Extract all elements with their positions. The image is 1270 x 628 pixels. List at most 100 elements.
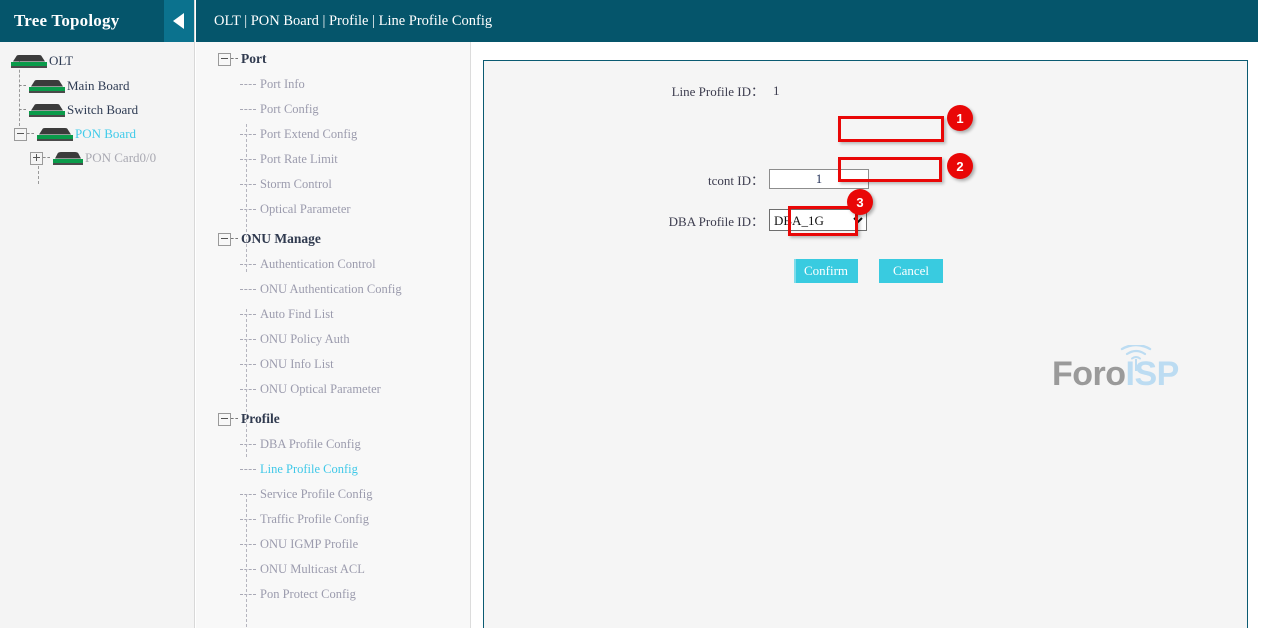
nav-branch-dash [240,84,256,86]
nav-branch-dash [240,209,256,211]
nav-item-port-info[interactable]: Port Info [196,72,470,97]
tree-branch-dash [43,157,50,159]
tree-topology-panel: Tree Topology OLT Main Board [0,0,195,628]
breadcrumb: OLT | PON Board | Profile | Line Profile… [196,13,492,30]
tree-collapse-toggle-icon[interactable] [14,128,27,141]
nav-item-service-profile-config[interactable]: Service Profile Config [196,482,470,507]
tree-node-label: PON Card0/0 [85,146,156,170]
nav-item-label: Port Extend Config [260,127,357,142]
tree-branch-dash [19,85,26,87]
tree-node-pon-card[interactable]: PON Card0/0 [0,146,194,170]
annotation-badge-1: 1 [947,105,973,131]
nav-item-label: ONU Info List [260,357,334,372]
tcont-id-input[interactable] [769,169,869,189]
device-board-icon [29,104,65,117]
tree-node-label: Switch Board [67,98,138,122]
nav-item-onu-multicast-acl[interactable]: ONU Multicast ACL [196,557,470,582]
nav-item-label: Port Info [260,77,305,92]
tree-branch-dash [19,109,26,111]
line-profile-id-value: 1 [769,83,780,99]
page-topbar: OLT | PON Board | Profile | Line Profile… [196,0,1258,42]
sidebar-collapse-button[interactable] [164,0,194,42]
triangle-left-icon [173,13,184,29]
nav-item-traffic-profile-config[interactable]: Traffic Profile Config [196,507,470,532]
nav-item-label: Pon Protect Config [260,587,356,602]
nav-item-line-profile-config[interactable]: Line Profile Config [196,457,470,482]
nav-item-authentication-control[interactable]: Authentication Control [196,252,470,277]
form-actions-row: Confirm Cancel [794,259,943,283]
device-board-icon [29,80,65,93]
nav-item-onu-optical-parameter[interactable]: ONU Optical Parameter [196,377,470,402]
nav-branch-dash [240,109,256,111]
nav-connector-line [246,494,247,628]
nav-branch-dash [231,58,238,60]
nav-connector-line [246,309,247,457]
nav-branch-dash [240,184,256,186]
nav-item-pon-protect-config[interactable]: Pon Protect Config [196,582,470,607]
tree-topology-body: OLT Main Board Switch Board PON Board [0,42,194,626]
device-card-icon [53,152,83,165]
nav-item-port-rate-limit[interactable]: Port Rate Limit [196,147,470,172]
nav-item-storm-control[interactable]: Storm Control [196,172,470,197]
tree-node-olt[interactable]: OLT [0,48,194,74]
device-board-icon [37,128,73,141]
antenna-tower-icon [1114,345,1158,371]
nav-branch-dash [240,264,256,266]
nav-item-label: Optical Parameter [260,202,351,217]
nav-item-auto-find-list[interactable]: Auto Find List [196,302,470,327]
nav-group-onu-manage[interactable]: ONU Manage [196,226,470,252]
nav-item-label: Port Rate Limit [260,152,338,167]
tree-topology-title: Tree Topology [0,11,119,31]
nav-collapse-toggle-icon[interactable] [218,53,231,66]
nav-item-dba-profile-config[interactable]: DBA Profile Config [196,432,470,457]
nav-item-port-extend-config[interactable]: Port Extend Config [196,122,470,147]
nav-group-profile[interactable]: Profile [196,406,470,432]
nav-item-optical-parameter[interactable]: Optical Parameter [196,197,470,222]
nav-item-onu-igmp-profile[interactable]: ONU IGMP Profile [196,532,470,557]
nav-branch-dash [240,134,256,136]
nav-collapse-toggle-icon[interactable] [218,413,231,426]
nav-branch-dash [240,159,256,161]
line-profile-config-form-panel: Line Profile ID： 1 tcont ID： DBA Profile… [483,60,1248,628]
device-olt-icon [11,55,47,68]
confirm-button[interactable]: Confirm [794,259,858,283]
tree-node-switch-board[interactable]: Switch Board [0,98,194,122]
nav-collapse-toggle-icon[interactable] [218,233,231,246]
nav-item-onu-policy-auth[interactable]: ONU Policy Auth [196,327,470,352]
nav-item-label: DBA Profile Config [260,437,361,452]
cancel-button[interactable]: Cancel [879,259,943,283]
tree-node-main-board[interactable]: Main Board [0,74,194,98]
nav-branch-dash [231,418,238,420]
nav-branch-dash [240,444,256,446]
nav-branch-dash [240,314,256,316]
nav-item-onu-info-list[interactable]: ONU Info List [196,352,470,377]
nav-item-label: ONU IGMP Profile [260,537,358,552]
nav-item-label: ONU Policy Auth [260,332,350,347]
tree-branch-dash [27,133,34,135]
nav-branch-dash [240,389,256,391]
nav-item-port-config[interactable]: Port Config [196,97,470,122]
nav-item-label: Traffic Profile Config [260,512,369,527]
nav-item-label: ONU Authentication Config [260,282,402,297]
nav-item-label: Service Profile Config [260,487,372,502]
tree-node-label: OLT [49,49,73,73]
nav-group-port[interactable]: Port [196,46,470,72]
tree-topology-header: Tree Topology [0,0,194,42]
dba-profile-id-row: DBA Profile ID： DBA_1G [584,209,867,231]
dba-profile-id-label: DBA Profile ID： [584,211,769,230]
line-profile-id-row: Line Profile ID： 1 [584,81,780,100]
nav-item-label: Port Config [260,102,319,117]
tcont-id-label: tcont ID： [584,170,769,189]
tree-node-pon-board[interactable]: PON Board [0,122,194,146]
nav-branch-dash [240,469,256,471]
tree-node-label: Main Board [67,74,129,98]
nav-item-onu-authentication-config[interactable]: ONU Authentication Config [196,277,470,302]
nav-branch-dash [240,594,256,596]
nav-group-label: ONU Manage [241,231,321,247]
tree-expand-toggle-icon[interactable] [30,152,43,165]
annotation-badge-2: 2 [947,153,973,179]
line-profile-id-label: Line Profile ID： [584,81,769,100]
nav-branch-dash [240,494,256,496]
nav-branch-dash [240,289,256,291]
nav-group-label: Port [241,51,266,67]
